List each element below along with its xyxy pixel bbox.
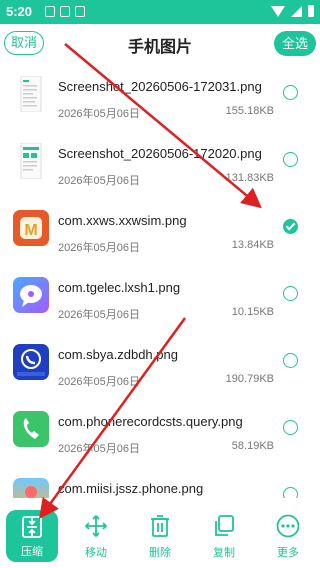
file-name: Screenshot_20260506-172031.png xyxy=(58,79,262,94)
copy-icon xyxy=(215,515,234,536)
notification-icon xyxy=(60,6,70,17)
file-date: 2026年05月06日 xyxy=(58,309,140,321)
file-name: com.sbya.zdbdh.png xyxy=(58,347,178,362)
file-size: 190.79KB xyxy=(225,373,274,385)
list-item[interactable]: Screenshot_20260506-172031.png 2026年05月0… xyxy=(0,64,320,131)
delete-button[interactable]: 删除 xyxy=(132,498,188,568)
file-date: 2026年05月06日 xyxy=(58,175,140,187)
select-checkbox[interactable] xyxy=(283,152,298,167)
trash-icon xyxy=(151,515,169,537)
list-item[interactable]: com.tgelec.lxsh1.png 2026年05月06日 10.15KB xyxy=(0,265,320,332)
signal-icon xyxy=(291,5,302,17)
screenshot-thumb xyxy=(13,143,49,179)
file-size: 13.84KB xyxy=(231,239,274,251)
list-item[interactable]: Screenshot_20260506-172020.png 2026年05月0… xyxy=(0,131,320,198)
file-name: com.phonerecordcsts.query.png xyxy=(58,414,243,429)
file-name: com.miisi.jssz.phone.png xyxy=(58,481,204,496)
file-list: Screenshot_20260506-172031.png 2026年05月0… xyxy=(0,64,320,498)
battery-icon xyxy=(308,5,314,17)
a-icon xyxy=(75,6,85,17)
copy-button[interactable]: 复制 xyxy=(196,498,252,568)
compress-button[interactable]: 压缩 xyxy=(6,510,58,562)
move-icon xyxy=(84,514,108,538)
more-icon xyxy=(276,514,300,538)
list-item[interactable]: com.phonerecordcsts.query.png 2026年05月06… xyxy=(0,399,320,466)
file-date: 2026年05月06日 xyxy=(58,108,140,120)
app-icon-colorful xyxy=(13,478,49,498)
file-date: 2026年05月06日 xyxy=(58,242,140,254)
file-name: com.tgelec.lxsh1.png xyxy=(58,280,181,295)
more-label: 更多 xyxy=(277,547,299,559)
file-size: 58.19KB xyxy=(231,440,274,452)
page-title: 手机图片 xyxy=(127,39,192,56)
select-checkbox[interactable] xyxy=(283,353,298,368)
screenshot-icon xyxy=(45,6,55,17)
app-icon-m: M xyxy=(13,210,49,246)
app-header: 取消 手机图片 全选 xyxy=(0,24,320,64)
move-button[interactable]: 移动 xyxy=(68,498,124,568)
select-checkbox[interactable] xyxy=(283,487,298,498)
compress-icon xyxy=(22,516,42,538)
copy-label: 复制 xyxy=(213,547,235,559)
file-size: 10.15KB xyxy=(231,306,274,318)
screenshot-thumb xyxy=(13,76,49,112)
select-all-button[interactable]: 全选 xyxy=(274,31,316,56)
status-bar: 5:20 xyxy=(0,0,320,24)
more-button[interactable]: 更多 xyxy=(260,498,316,568)
file-name: Screenshot_20260506-172020.png xyxy=(58,146,262,161)
file-size: 131.83KB xyxy=(225,172,274,184)
file-date: 2026年05月06日 xyxy=(58,443,140,455)
list-item[interactable]: M com.xxws.xxwsim.png 2026年05月06日 13.84K… xyxy=(0,198,320,265)
delete-label: 删除 xyxy=(149,547,171,559)
list-item[interactable]: com.miisi.jssz.phone.png xyxy=(0,466,320,498)
select-checkbox[interactable] xyxy=(283,85,298,100)
select-checkbox[interactable] xyxy=(283,286,298,301)
app-icon-chat xyxy=(13,277,49,313)
move-label: 移动 xyxy=(85,547,107,559)
select-checkbox[interactable] xyxy=(283,420,298,435)
app-icon-phone-green xyxy=(13,411,49,447)
compress-label: 压缩 xyxy=(21,546,43,558)
status-time: 5:20 xyxy=(6,4,33,19)
file-size: 155.18KB xyxy=(225,105,274,117)
svg-text:M: M xyxy=(24,222,37,239)
select-checkbox-checked[interactable] xyxy=(283,219,298,234)
app-icon-phone-blue xyxy=(13,344,49,380)
list-item[interactable]: com.sbya.zdbdh.png 2026年05月06日 190.79KB xyxy=(0,332,320,399)
file-name: com.xxws.xxwsim.png xyxy=(58,213,187,228)
wifi-icon xyxy=(271,5,285,17)
file-date: 2026年05月06日 xyxy=(58,376,140,388)
